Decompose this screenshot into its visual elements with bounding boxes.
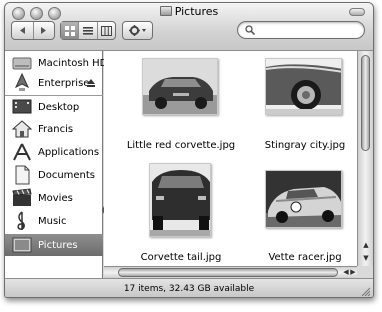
sidebar-item-label: Desktop — [38, 101, 80, 113]
title-bar[interactable]: Pictures — [5, 3, 373, 51]
sidebar: Macintosh HD Enterprise Desktop Francis — [5, 51, 107, 278]
car-tail-photo — [150, 164, 210, 236]
file-thumbnail[interactable] — [265, 170, 342, 228]
sidebar-item-desktop[interactable]: Desktop — [5, 97, 103, 117]
sidebar-item-label: Pictures — [38, 239, 78, 251]
window-title: Pictures — [5, 5, 373, 18]
search-field[interactable] — [237, 21, 365, 39]
sidebar-item-francis[interactable]: Francis — [5, 119, 103, 139]
file-thumbnail[interactable] — [149, 163, 211, 237]
car-front-photo — [143, 59, 217, 114]
folder-icon — [159, 6, 172, 16]
vertical-scroll-thumb[interactable] — [361, 55, 370, 151]
finder-window: Pictures Macintosh HD Enterprise Desktop… — [4, 2, 374, 298]
sidebar-item-documents[interactable]: Documents — [5, 165, 103, 185]
sidebar-item-label: Enterprise — [38, 77, 90, 89]
race-car-photo — [266, 171, 341, 227]
column-view-icon — [100, 25, 112, 36]
documents-icon — [12, 165, 32, 185]
scroll-right-button[interactable]: ▶ — [347, 266, 359, 278]
status-text: 17 items, 32.43 GB available — [123, 284, 255, 294]
music-icon — [12, 211, 32, 231]
resize-grip-icon[interactable] — [360, 286, 370, 296]
window-title-text: Pictures — [174, 5, 219, 18]
back-forward-control — [11, 21, 55, 40]
toolbar-toggle-button[interactable] — [349, 8, 365, 16]
sidebar-item-pictures[interactable]: Pictures — [5, 234, 103, 256]
list-view-button[interactable] — [79, 22, 98, 39]
action-menu-button[interactable] — [122, 21, 153, 40]
pictures-icon — [12, 235, 32, 255]
sidebar-item-label: Music — [38, 215, 67, 227]
column-view-button[interactable] — [98, 22, 115, 39]
forward-button[interactable] — [34, 22, 55, 39]
file-name[interactable]: Little red corvette.jpg — [116, 140, 246, 151]
icon-view-area[interactable]: Little red corvette.jpg Stingray city.jp… — [104, 51, 357, 266]
car-wheel-photo — [266, 59, 341, 114]
scroll-down-button[interactable]: ▼ — [360, 252, 372, 264]
file-thumbnail[interactable] — [265, 58, 342, 115]
sidebar-item-label: Documents — [38, 169, 96, 181]
file-name[interactable]: Stingray city.jpg — [240, 140, 357, 151]
sidebar-item-label: Applications — [38, 146, 100, 158]
gear-icon — [128, 25, 146, 36]
action-menu-inner[interactable] — [123, 22, 152, 39]
sidebar-item-label: Movies — [38, 192, 73, 204]
sidebar-item-enterprise[interactable]: Enterprise — [5, 72, 103, 93]
icon-view-icon — [64, 25, 75, 36]
movies-icon — [12, 188, 32, 208]
desktop-icon — [12, 97, 32, 117]
sidebar-item-movies[interactable]: Movies — [5, 188, 103, 208]
eject-icon[interactable] — [87, 79, 95, 87]
status-bar: 17 items, 32.43 GB available — [5, 278, 373, 297]
hard-drive-icon — [12, 53, 32, 73]
home-icon — [11, 119, 33, 139]
sidebar-item-label: Francis — [38, 123, 74, 135]
horizontal-scrollbar[interactable]: ◀ ▶ — [104, 266, 357, 278]
sidebar-item-macintosh-hd[interactable]: Macintosh HD — [5, 53, 107, 73]
back-arrow-icon — [20, 27, 26, 34]
vertical-scrollbar[interactable]: ▲ ▼ — [357, 51, 373, 266]
file-name[interactable]: Vette racer.jpg — [240, 252, 357, 263]
sidebar-item-music[interactable]: Music — [5, 211, 103, 231]
sidebar-item-label: Macintosh HD — [38, 57, 108, 69]
icon-view-button[interactable] — [61, 22, 80, 39]
file-name[interactable]: Corvette tail.jpg — [116, 252, 246, 263]
sidebar-divider — [5, 95, 103, 96]
back-button[interactable] — [12, 22, 34, 39]
view-mode-control — [60, 21, 116, 40]
sidebar-item-applications[interactable]: Applications — [5, 142, 103, 162]
file-thumbnail[interactable] — [142, 58, 218, 115]
list-view-icon — [82, 26, 93, 35]
horizontal-scroll-thumb[interactable] — [118, 268, 338, 277]
scroll-up-button[interactable]: ▲ — [360, 239, 372, 251]
network-drive-icon — [12, 72, 32, 93]
applications-icon — [12, 142, 32, 162]
search-icon — [245, 25, 255, 35]
forward-arrow-icon — [40, 27, 46, 34]
